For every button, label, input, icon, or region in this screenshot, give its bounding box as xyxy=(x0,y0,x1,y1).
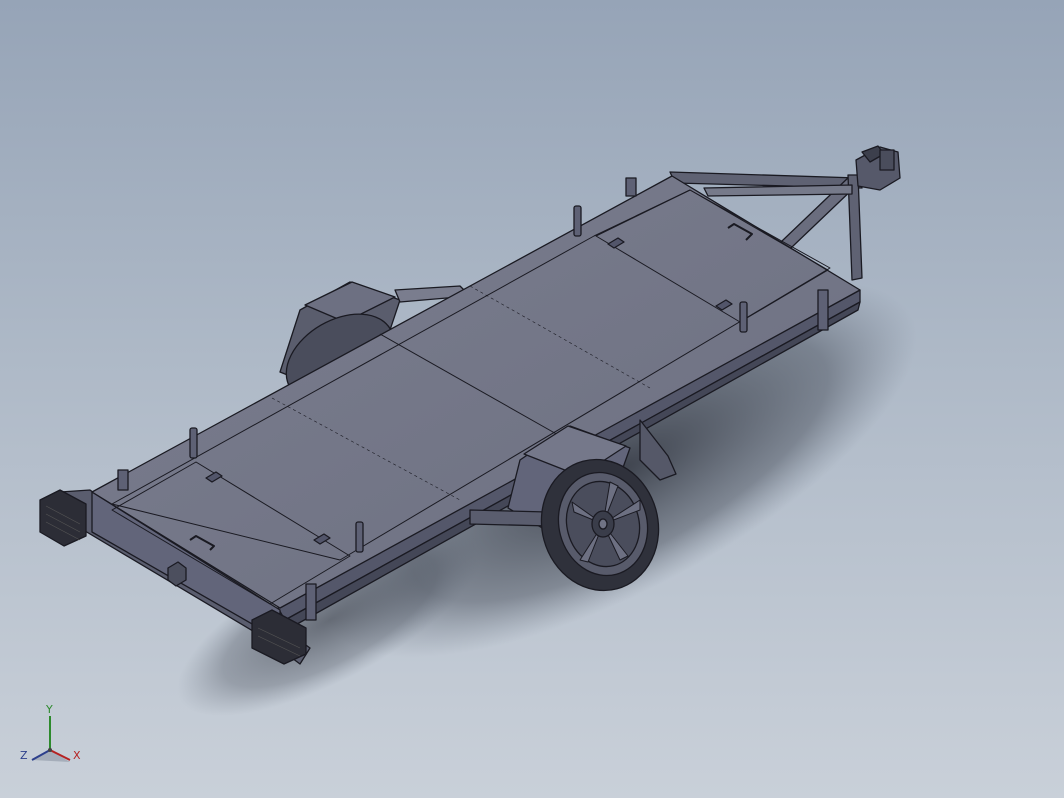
orientation-triad[interactable]: Y Z X xyxy=(18,702,88,772)
y-axis-label: Y xyxy=(46,703,53,716)
hitch-coupler xyxy=(855,145,901,191)
x-axis-label: X xyxy=(73,749,81,762)
trailer-model[interactable] xyxy=(0,0,1064,798)
z-axis-label: Z xyxy=(20,749,28,762)
graphics-viewport[interactable]: Y Z X xyxy=(0,0,1064,798)
